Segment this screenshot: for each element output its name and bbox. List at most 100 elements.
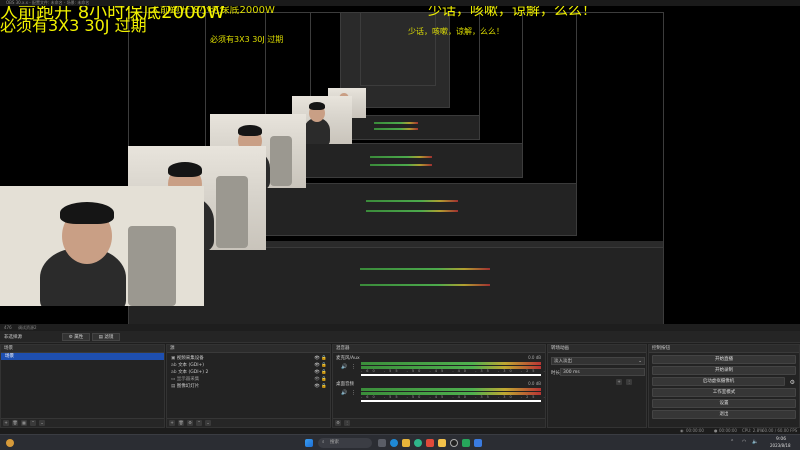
eye-icon[interactable]: 👁	[314, 376, 320, 383]
gear-icon: ⚙	[68, 335, 73, 340]
windows-start-icon[interactable]	[305, 439, 313, 447]
audio-mixer-panel: 混音器 麦克风/Aux 0.0 dB -60 -55 -50 -45 -40 -…	[332, 344, 631, 428]
mixer-settings-icon[interactable]: ⚙	[335, 420, 341, 426]
exit-button[interactable]: 退出	[652, 410, 796, 419]
lock-icon[interactable]: 🔒	[321, 383, 327, 390]
taskbar-search[interactable]: ⌕ 搜索	[318, 438, 372, 448]
network-icon[interactable]: ◠	[742, 439, 746, 445]
move-down-icon[interactable]: ⌄	[39, 420, 45, 426]
file-explorer-icon[interactable]	[402, 439, 410, 447]
filters-button[interactable]: ▤ 滤镜	[92, 333, 120, 341]
volume-meter	[361, 362, 541, 365]
transition-menu-icon[interactable]: ⋮	[626, 379, 632, 385]
sources-panel-title: 源	[167, 345, 330, 353]
cpu-usage: CPU: 2.8%	[742, 428, 763, 433]
camera-feed-main	[0, 186, 204, 306]
obs-icon[interactable]	[450, 439, 458, 447]
remove-source-icon[interactable]: 🗑	[178, 420, 184, 426]
settings-button[interactable]: 设置	[652, 399, 796, 408]
overlay-text-line2: 必须有3X3 30J 过期	[0, 16, 147, 35]
speaker-icon[interactable]: 🔊	[341, 364, 347, 370]
text-icon: ab	[171, 363, 177, 368]
scene-filter-icon[interactable]: ▦	[21, 420, 27, 426]
gear-icon[interactable]: ⚙	[790, 379, 795, 386]
browser-icon[interactable]	[390, 439, 398, 447]
scenes-toolbar: + 🗑 ▦ ⌃ ⌄	[1, 418, 164, 427]
start-streaming-button[interactable]: 开始直播	[652, 355, 796, 364]
virtual-camera-button[interactable]: 启动虚拟摄像机	[652, 377, 785, 386]
lock-icon[interactable]: 🔒	[321, 376, 327, 383]
edge-icon[interactable]	[414, 439, 422, 447]
mixer-panel-title: 混音器	[333, 345, 545, 353]
volume-slider[interactable]	[361, 400, 541, 402]
move-up-icon[interactable]: ⌃	[196, 420, 202, 426]
properties-button[interactable]: ⚙ 属性	[62, 333, 90, 341]
source-toolbar: 非选择源 ⚙ 属性 ▤ 滤镜	[0, 331, 800, 343]
preview-canvas[interactable]: 人前跑开 8小时保底2000W 必须有3X3 30J 过期 少话，咳嗽，谅解，么…	[0, 6, 800, 324]
lock-icon[interactable]: 🔒	[321, 369, 327, 376]
source-properties-icon[interactable]: ⚙	[187, 420, 193, 426]
lock-icon[interactable]: 🔒	[321, 355, 327, 362]
app-icon-2[interactable]	[462, 439, 470, 447]
taskbar-date[interactable]: 2023/8/18	[770, 443, 791, 448]
overlay-text-right: 少话，咳嗽，谅解，么么！	[428, 6, 596, 19]
source-item[interactable]: ▤ 图像幻灯片 👁 🔒	[167, 383, 330, 390]
remove-scene-icon[interactable]: 🗑	[12, 420, 18, 426]
eye-icon[interactable]: 👁	[314, 383, 320, 390]
lock-icon[interactable]: 🔒	[321, 362, 327, 369]
track-name: 桌面音频	[336, 382, 354, 387]
controls-panel: 控制按钮 开始直播 开始录制 启动虚拟摄像机 ⚙ 工作室模式 设置 退出	[648, 344, 800, 428]
add-scene-icon[interactable]: +	[3, 420, 9, 426]
preview-status-row: 476 调试资源2	[0, 324, 800, 331]
windows-taskbar: ⌕ 搜索 ⌃ ◠ 🔈 9:06 2023/8/18	[0, 434, 800, 450]
source-item[interactable]: ab 文本 (GDI+) 👁 🔒	[167, 362, 330, 369]
overlay-text-line1-echo: 人前跑开 8小时保底2000W	[150, 6, 275, 16]
fps-readout: 60.00 / 60.00 FPS	[762, 428, 798, 433]
weather-widget[interactable]	[6, 439, 14, 447]
eye-icon[interactable]: 👁	[314, 362, 320, 369]
track-db: 0.0 dB	[528, 355, 541, 360]
move-up-icon[interactable]: ⌃	[30, 420, 36, 426]
settings-icon[interactable]: ⋮	[351, 364, 356, 370]
no-source-selected-label: 非选择源	[4, 335, 22, 340]
app-icon-3[interactable]	[474, 439, 482, 447]
recursive-frame-6	[360, 12, 436, 86]
start-recording-button[interactable]: 开始录制	[652, 366, 796, 375]
mixer-track-mic: 麦克风/Aux 0.0 dB -60 -55 -50 -45 -40 -35 -…	[333, 354, 631, 378]
slideshow-icon: ▤	[171, 384, 176, 389]
live-time: 00:00:00	[686, 428, 704, 433]
source-item[interactable]: ▭ 显示器采集 👁 🔒	[167, 376, 330, 383]
transitions-panel-title: 转场动画	[548, 345, 646, 353]
volume-slider[interactable]	[361, 374, 541, 376]
text-icon: ab	[171, 370, 177, 375]
filter-icon: ▤	[98, 335, 103, 340]
rec-icon: ●	[714, 428, 718, 433]
studio-mode-button[interactable]: 工作室模式	[652, 388, 796, 397]
eye-icon[interactable]: 👁	[314, 369, 320, 376]
task-view-icon[interactable]	[378, 439, 386, 447]
app-icon[interactable]	[438, 439, 446, 447]
eye-icon[interactable]: 👁	[314, 355, 320, 362]
live-icon: ◉	[680, 428, 684, 433]
source-item[interactable]: ab 文本 (GDI+) 2 👁 🔒	[167, 369, 330, 376]
move-down-icon[interactable]: ⌄	[205, 420, 211, 426]
monitor-icon: ▭	[171, 377, 176, 382]
duration-input[interactable]: 300 ms	[560, 368, 645, 376]
add-source-icon[interactable]: +	[169, 420, 175, 426]
transition-select[interactable]: 淡入淡出 ⌄	[551, 357, 645, 365]
add-transition-icon[interactable]: +	[616, 379, 622, 385]
status-left-text: 476	[4, 325, 12, 330]
taskbar-time[interactable]: 9:06	[776, 437, 786, 442]
sources-panel: 源 ▣ 视频采集设备 👁 🔒 ab 文本 (GDI+) 👁 🔒 ab 文本 (GDI…	[166, 344, 331, 428]
mixer-menu-icon[interactable]: ⋮	[344, 420, 350, 426]
settings-icon[interactable]: ⋮	[351, 390, 356, 396]
track-name: 麦克风/Aux	[336, 356, 360, 361]
scene-item[interactable]: 场景	[1, 353, 164, 360]
volume-icon[interactable]: 🔈	[752, 439, 758, 445]
volume-meter	[361, 388, 541, 391]
store-icon[interactable]	[426, 439, 434, 447]
tray-chevron-icon[interactable]: ⌃	[730, 439, 734, 445]
mixer-toolbar: ⚙ ⋮	[333, 418, 545, 427]
speaker-icon[interactable]: 🔊	[341, 390, 347, 396]
source-item[interactable]: ▣ 视频采集设备 👁 🔒	[167, 355, 330, 362]
